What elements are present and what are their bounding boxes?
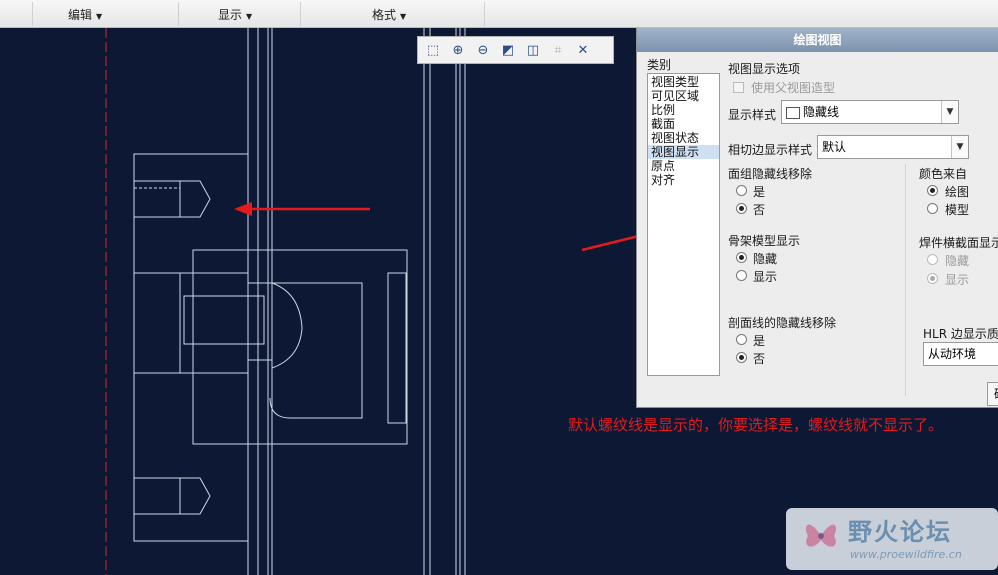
category-item[interactable]: 比例 bbox=[648, 103, 719, 117]
weld-hide-label: 隐藏 bbox=[945, 254, 970, 268]
arrowhead-icon bbox=[234, 202, 252, 216]
color-from-label: 颜色来自 bbox=[919, 167, 968, 181]
category-item[interactable]: 视图类型 bbox=[648, 75, 719, 89]
hlr-quality-select[interactable]: 从动环境 bbox=[923, 342, 998, 366]
skeleton-show-radio[interactable] bbox=[736, 270, 747, 281]
dialog-title: 绘图视图 bbox=[637, 28, 998, 52]
chevron-down-icon[interactable]: ▼ bbox=[941, 101, 958, 123]
hlr-label: HLR 边显示质量 bbox=[923, 327, 998, 341]
section-hidden-yes-radio[interactable] bbox=[736, 334, 747, 345]
thread-hole bbox=[133, 180, 181, 218]
surface-hidden-no-label: 否 bbox=[753, 203, 766, 217]
display-style-value: 隐藏线 bbox=[803, 105, 840, 119]
section-hidden-no-radio[interactable] bbox=[736, 352, 747, 363]
display-style-icon[interactable]: ◫ bbox=[522, 39, 544, 61]
section-hidden-yes-label: 是 bbox=[753, 334, 766, 348]
menu-format[interactable]: 格式 ▼ bbox=[372, 0, 406, 27]
category-label: 类别 bbox=[647, 58, 672, 72]
color-from-drawing-radio[interactable] bbox=[927, 185, 938, 196]
color-from-model-label: 模型 bbox=[945, 203, 970, 217]
tangent-style-value: 默认 bbox=[822, 140, 847, 154]
chevron-down-icon: ▼ bbox=[96, 12, 103, 21]
color-from-drawing-label: 绘图 bbox=[945, 185, 970, 199]
category-item-selected[interactable]: 视图显示 bbox=[648, 145, 719, 159]
section-hidden-no-label: 否 bbox=[753, 352, 766, 366]
hidden-line-icon bbox=[786, 106, 800, 119]
use-parent-checkbox[interactable] bbox=[733, 82, 744, 93]
skeleton-hide-radio[interactable] bbox=[736, 252, 747, 263]
slot-outline bbox=[179, 272, 249, 374]
watermark: 野火论坛 www.proewildfire.cn bbox=[786, 508, 998, 570]
section-hidden-label: 剖面线的隐藏线移除 bbox=[728, 316, 837, 330]
display-style-select[interactable]: 隐藏线 ▼ bbox=[781, 100, 959, 124]
tangent-style-select[interactable]: 默认 ▼ bbox=[817, 135, 969, 159]
category-item[interactable]: 视图状态 bbox=[648, 131, 719, 145]
category-list[interactable]: 视图类型 可见区域 比例 截面 视图状态 视图显示 原点 对齐 bbox=[647, 73, 720, 376]
surface-hidden-no-radio[interactable] bbox=[736, 203, 747, 214]
zoom-in-icon[interactable]: ⊕ bbox=[447, 39, 469, 61]
category-item[interactable]: 原点 bbox=[648, 159, 719, 173]
menu-display[interactable]: 显示 ▼ bbox=[218, 0, 252, 27]
skeleton-label: 骨架模型显示 bbox=[728, 234, 801, 248]
menu-separator bbox=[178, 2, 179, 26]
weld-hide-radio[interactable] bbox=[927, 254, 938, 265]
watermark-url: www.proewildfire.cn bbox=[850, 548, 962, 561]
hlr-quality-value: 从动环境 bbox=[928, 347, 977, 361]
menu-separator bbox=[300, 2, 301, 26]
chevron-down-icon: ▼ bbox=[400, 12, 407, 21]
menu-edit-label: 编辑 bbox=[68, 8, 93, 22]
surface-hidden-yes-label: 是 bbox=[753, 185, 766, 199]
use-parent-label: 使用父视图造型 bbox=[751, 81, 836, 95]
thread-hole-tip bbox=[180, 180, 211, 218]
thread-hole bbox=[133, 477, 181, 515]
skeleton-hide-label: 隐藏 bbox=[753, 252, 778, 266]
chevron-down-icon[interactable]: ▼ bbox=[951, 136, 968, 158]
chevron-down-icon: ▼ bbox=[246, 12, 253, 21]
body-outline bbox=[192, 249, 408, 445]
annotation-note: 默认螺纹线是显示的，你要选择是，螺纹线就不显示了。 bbox=[568, 416, 944, 434]
zoom-out-icon[interactable]: ⊖ bbox=[472, 39, 494, 61]
weld-show-label: 显示 bbox=[945, 273, 970, 287]
category-item[interactable]: 可见区域 bbox=[648, 89, 719, 103]
pocket-curve bbox=[271, 282, 303, 369]
zoom-fit-icon[interactable]: ⬚ bbox=[422, 39, 444, 61]
weld-show-radio[interactable] bbox=[927, 273, 938, 284]
color-from-model-radio[interactable] bbox=[927, 203, 938, 214]
menu-separator bbox=[32, 2, 33, 26]
ok-button[interactable]: 确 bbox=[987, 382, 998, 406]
butterfly-logo-icon bbox=[805, 524, 837, 547]
annotation-display-icon[interactable]: ⌗ bbox=[547, 39, 569, 61]
weld-label: 焊件横截面显示 bbox=[919, 236, 998, 250]
menu-bar: 编辑 ▼ 显示 ▼ 格式 ▼ bbox=[0, 0, 998, 28]
pocket-outline bbox=[269, 282, 363, 419]
display-style-label: 显示样式 bbox=[728, 108, 777, 122]
side-slot bbox=[387, 272, 407, 424]
thread-hole-tip bbox=[180, 477, 211, 515]
surface-hidden-label: 面组隐藏线移除 bbox=[728, 167, 813, 181]
graphics-toolbar: ⬚ ⊕ ⊖ ◩ ◫ ⌗ ✕ bbox=[417, 36, 614, 64]
menu-display-label: 显示 bbox=[218, 8, 243, 22]
category-item[interactable]: 对齐 bbox=[648, 173, 719, 187]
menu-separator bbox=[484, 2, 485, 26]
menu-edit[interactable]: 编辑 ▼ bbox=[68, 0, 102, 27]
slot-inner bbox=[183, 295, 265, 345]
part-outline bbox=[133, 153, 249, 542]
datum-display-icon[interactable]: ✕ bbox=[572, 39, 594, 61]
section-title: 视图显示选项 bbox=[728, 62, 801, 76]
divider bbox=[905, 164, 906, 396]
tangent-label: 相切边显示样式 bbox=[728, 143, 813, 157]
surface-hidden-yes-radio[interactable] bbox=[736, 185, 747, 196]
repaint-icon[interactable]: ◩ bbox=[497, 39, 519, 61]
category-item[interactable]: 截面 bbox=[648, 117, 719, 131]
skeleton-show-label: 显示 bbox=[753, 270, 778, 284]
watermark-title: 野火论坛 bbox=[848, 518, 952, 546]
menu-format-label: 格式 bbox=[372, 8, 397, 22]
drawing-view-dialog: 绘图视图 类别 视图类型 可见区域 比例 截面 视图状态 视图显示 原点 对齐 … bbox=[636, 28, 998, 408]
